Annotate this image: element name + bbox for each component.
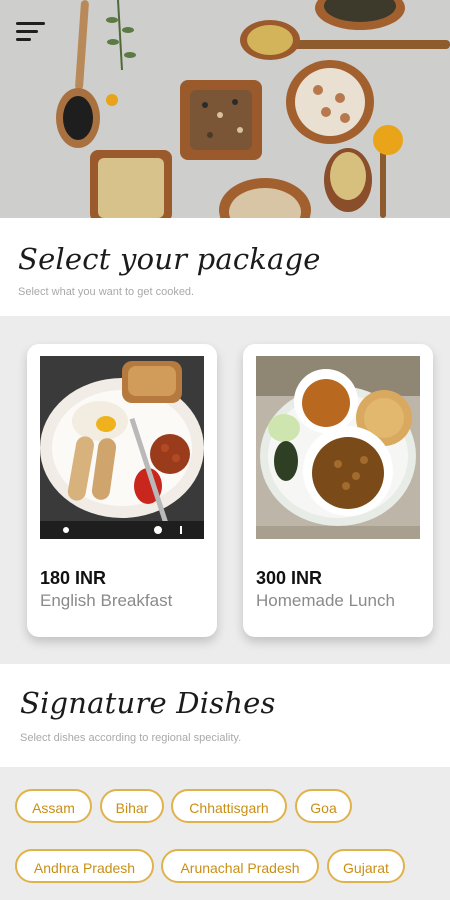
lunch-plate-photo xyxy=(256,356,420,539)
package-name: English Breakfast xyxy=(40,591,173,610)
region-chip-gujarat[interactable]: Gujarat xyxy=(327,849,405,883)
package-card-breakfast[interactable]: 180 INR English Breakfast xyxy=(27,344,217,637)
package-price: 300 INR xyxy=(256,568,323,588)
hamburger-menu-icon xyxy=(16,22,45,41)
region-chip-andhra-pradesh[interactable]: Andhra Pradesh xyxy=(15,849,154,883)
signature-section-subtitle: Select dishes according to regional spec… xyxy=(20,732,242,744)
region-chip-chhattisgarh[interactable]: Chhattisgarh xyxy=(171,789,287,823)
region-chip-assam[interactable]: Assam xyxy=(15,789,92,823)
package-section-header: Select your package Select what you want… xyxy=(0,218,450,316)
signature-section-header: Signature Dishes Select dishes according… xyxy=(0,664,450,767)
package-price: 180 INR xyxy=(40,568,107,588)
package-card-lunch[interactable]: 300 INR Homemade Lunch xyxy=(243,344,433,637)
signature-section-title: Signature Dishes xyxy=(20,686,276,720)
region-chip-bihar[interactable]: Bihar xyxy=(100,789,164,823)
region-chip-goa[interactable]: Goa xyxy=(295,789,352,823)
region-chip-arunachal-pradesh[interactable]: Arunachal Pradesh xyxy=(161,849,319,883)
breakfast-plate-photo xyxy=(40,356,204,539)
breakfast-illustration xyxy=(40,356,204,539)
spices-illustration xyxy=(0,0,450,218)
packages-list: 180 INR English Breakfast 300 INR Homema… xyxy=(0,316,450,664)
package-section-title: Select your package xyxy=(18,242,321,276)
package-name: Homemade Lunch xyxy=(256,591,395,610)
package-section-subtitle: Select what you want to get cooked. xyxy=(18,286,195,298)
hero-spices-image xyxy=(0,0,450,218)
region-chips: Assam Bihar Chhattisgarh Goa Andhra Prad… xyxy=(0,767,450,900)
lunch-illustration xyxy=(256,356,420,539)
menu-button[interactable] xyxy=(16,20,46,44)
